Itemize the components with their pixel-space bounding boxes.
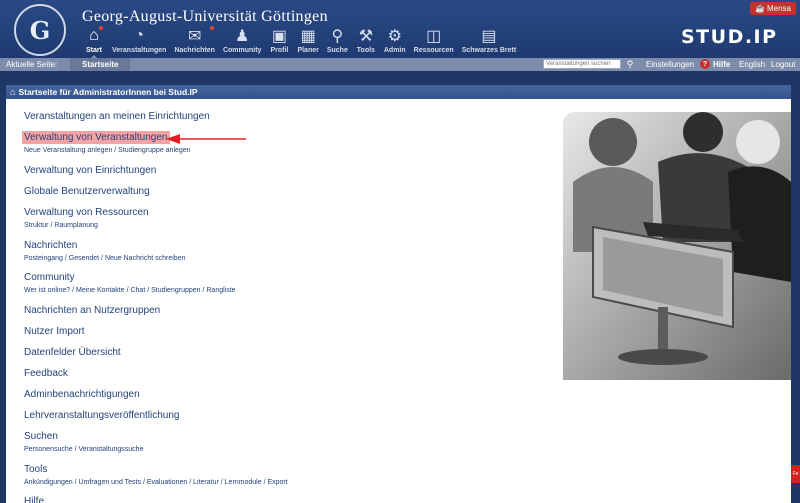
menu-entry: Datenfelder Übersicht <box>24 342 121 360</box>
mensa-icon: ☕ <box>755 4 765 13</box>
subnav-bar: Aktuelle Seite: Startseite ⚲ Einstellung… <box>0 58 800 71</box>
menu-entry: Lehrveranstaltungsveröffentlichung <box>24 405 179 423</box>
quick-search-icon[interactable]: ⚲ <box>624 58 636 70</box>
annotation-arrow <box>166 134 246 144</box>
admin-icon: ⚙ <box>387 28 402 45</box>
search-icon: ⚲ <box>331 28 344 45</box>
menu-link-verwaltung-von-ressourcen[interactable]: Verwaltung von Ressourcen <box>24 207 149 218</box>
nav-item-label: Community <box>222 47 262 54</box>
menu-entry: Globale Benutzerverwaltung <box>24 181 150 199</box>
nav-item-label: Nachrichten <box>174 47 215 54</box>
nav-item-ressourcen[interactable]: ◫ Ressourcen <box>410 26 458 58</box>
nav-item-community[interactable]: ♟ Community <box>219 26 266 58</box>
nav-item-label: Ressourcen <box>413 47 454 54</box>
menu-link-nachrichten[interactable]: Nachrichten <box>24 240 77 251</box>
menu-link-veranstaltungen-an-meinen-einrichtungen[interactable]: Veranstaltungen an meinen Einrichtungen <box>24 111 210 122</box>
community-icon: ♟ <box>235 28 250 45</box>
logout-link[interactable]: Logout <box>771 60 795 69</box>
panel-title: Startseite für AdministratorInnen bei St… <box>18 87 198 97</box>
nav-item-veranstaltungen[interactable]: ◔ Veranstaltungen <box>108 26 170 58</box>
nav-item-label: Start <box>86 47 102 54</box>
language-link[interactable]: English <box>739 60 765 69</box>
menu-link-datenfelder-übersicht[interactable]: Datenfelder Übersicht <box>24 347 121 358</box>
resources-icon: ◫ <box>426 28 442 45</box>
menu-sublinks[interactable]: Personensuche / Veranstaltungssuche <box>24 446 143 453</box>
nav-item-planer[interactable]: ▦ Planer <box>293 26 322 58</box>
nav-item-schwarzes-brett[interactable]: ▤ Schwarzes Brett <box>458 26 520 58</box>
notification-dot <box>99 26 103 30</box>
nav-item-label: Suche <box>326 47 348 54</box>
menu-entry: Tools Ankündigungen / Umfragen und Tests … <box>24 459 288 486</box>
menu-link-feedback[interactable]: Feedback <box>24 368 68 379</box>
nav-item-label: Planer <box>297 47 319 54</box>
nav-item-label: Veranstaltungen <box>112 47 167 54</box>
mensa-button[interactable]: ☕ Mensa <box>750 2 796 15</box>
students-photo <box>563 112 791 380</box>
profile-icon: ▣ <box>271 28 287 45</box>
tools-icon: ⚒ <box>358 28 374 45</box>
quick-search-input[interactable] <box>543 59 621 69</box>
feedback-side-tab[interactable]: Fe <box>791 465 800 483</box>
menu-entry: Veranstaltungen an meinen Einrichtungen <box>24 106 210 124</box>
current-page-tab[interactable]: Startseite <box>70 58 131 71</box>
nav-item-nachrichten[interactable]: ✉ Nachrichten <box>170 26 218 58</box>
menu-sublinks[interactable]: Struktur / Raumplanung <box>24 222 149 229</box>
panel-header: ⌂ Startseite für AdministratorInnen bei … <box>6 85 791 99</box>
nav-item-start[interactable]: ⌂ Start <box>80 26 108 60</box>
menu-entry: Adminbenachrichtigungen <box>24 384 140 402</box>
nav-item-label: Admin <box>383 47 406 54</box>
menu-entry: Nachrichten Posteingang / Gesendet / Neue… <box>24 235 186 262</box>
current-page-label: Aktuelle Seite: <box>6 60 58 69</box>
main-navigation: ⌂ Start ◔ Veranstaltungen ✉ Nachrichten ♟ Commu… <box>80 26 520 60</box>
menu-entry: Nachrichten an Nutzergruppen <box>24 300 160 318</box>
menu-link-nachrichten-an-nutzergruppen[interactable]: Nachrichten an Nutzergruppen <box>24 305 160 316</box>
notification-dot <box>209 26 214 30</box>
start-page-panel: ⌂ Startseite für AdministratorInnen bei … <box>6 85 791 503</box>
menu-entry: Verwaltung von Ressourcen Struktur / Raum… <box>24 202 149 229</box>
nav-item-admin[interactable]: ⚙ Admin <box>380 26 410 58</box>
menu-link-suchen[interactable]: Suchen <box>24 431 58 442</box>
menu-link-verwaltung-von-veranstaltungen[interactable]: Verwaltung von Veranstaltungen <box>22 131 171 144</box>
nav-item-label: Profil <box>270 47 289 54</box>
studip-logo[interactable]: STUD.IP <box>681 26 778 48</box>
menu-entry: Hilfe <box>24 491 44 503</box>
settings-link[interactable]: Einstellungen <box>646 60 694 69</box>
students-photo-illustration <box>563 112 791 380</box>
menu-link-globale-benutzerverwaltung[interactable]: Globale Benutzerverwaltung <box>24 186 150 197</box>
menu-entry: Verwaltung von Einrichtungen <box>24 160 156 178</box>
menu-entry: Suchen Personensuche / Veranstaltungssuch… <box>24 426 143 453</box>
menu-link-community[interactable]: Community <box>24 272 75 283</box>
university-name[interactable]: Georg-August-Universität Göttingen <box>82 8 328 26</box>
menu-sublinks[interactable]: Wer ist online? / Meine Kontakte / Chat … <box>24 287 236 294</box>
menu-entry: Feedback <box>24 363 68 381</box>
university-seal-logo[interactable]: G <box>14 4 66 56</box>
nav-item-label: Tools <box>356 47 375 54</box>
menu-sublinks[interactable]: Posteingang / Gesendet / Neue Nachricht … <box>24 255 186 262</box>
mail-icon: ✉ <box>188 28 202 45</box>
nav-item-label: Schwarzes Brett <box>461 47 517 54</box>
menu-entry: Nutzer Import <box>24 321 85 339</box>
menu-link-lehrveranstaltungsveröffentlichung[interactable]: Lehrveranstaltungsveröffentlichung <box>24 410 179 421</box>
menu-link-nutzer-import[interactable]: Nutzer Import <box>24 326 85 337</box>
menu-link-tools[interactable]: Tools <box>24 464 47 475</box>
menu-entry: Community Wer ist online? / Meine Kontakt… <box>24 267 236 294</box>
nav-item-tools[interactable]: ⚒ Tools <box>352 26 380 58</box>
top-header: G Georg-August-Universität Göttingen ⌂ St… <box>0 0 800 60</box>
home-icon: ⌂ <box>10 87 16 97</box>
board-icon: ▤ <box>481 28 497 45</box>
help-icon[interactable]: ? <box>700 59 710 69</box>
menu-link-hilfe[interactable]: Hilfe <box>24 496 44 503</box>
mensa-label: Mensa <box>766 4 791 13</box>
help-link[interactable]: Hilfe <box>713 60 730 69</box>
calendar-icon: ▦ <box>300 28 316 45</box>
menu-sublinks[interactable]: Neue Veranstaltung anlegen / Studiengrup… <box>24 147 191 154</box>
seminar-icon: ◔ <box>134 27 145 44</box>
menu-link-adminbenachrichtigungen[interactable]: Adminbenachrichtigungen <box>24 389 140 400</box>
nav-item-profil[interactable]: ▣ Profil <box>265 26 293 58</box>
menu-link-verwaltung-von-einrichtungen[interactable]: Verwaltung von Einrichtungen <box>24 165 156 176</box>
menu-sublinks[interactable]: Ankündigungen / Umfragen und Tests / Eva… <box>24 479 288 486</box>
nav-item-suche[interactable]: ⚲ Suche <box>323 26 352 58</box>
